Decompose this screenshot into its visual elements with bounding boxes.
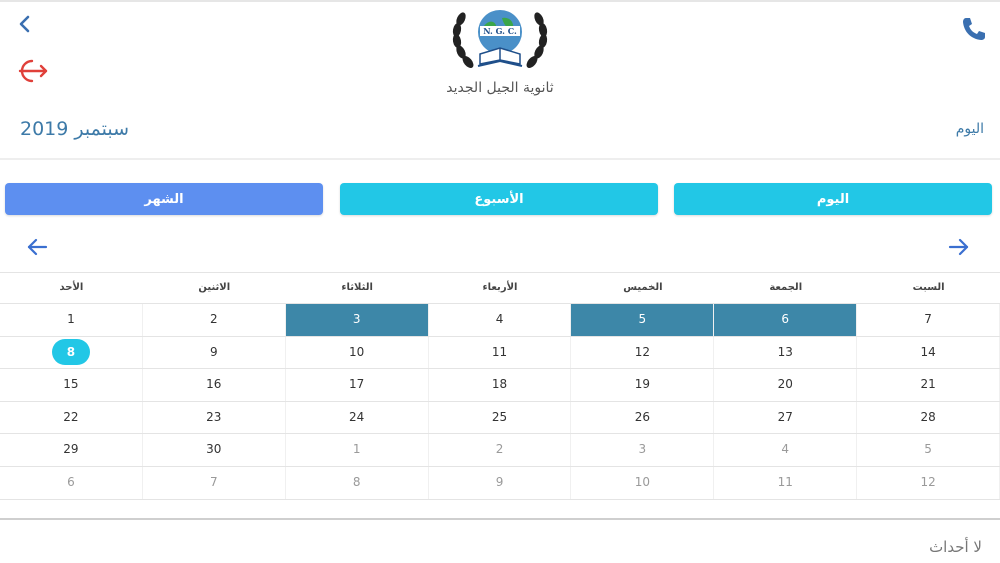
day-cell[interactable]: 19 [571, 369, 715, 401]
day-cell-event[interactable]: 6 [714, 304, 858, 336]
day-cell-next-month[interactable]: 5 [857, 434, 1000, 466]
today-marker: 8 [51, 339, 90, 366]
day-cell[interactable]: 2 [143, 304, 286, 336]
day-cell-next-month[interactable]: 7 [143, 466, 286, 499]
month-title: سبتمبر 2019 [20, 118, 129, 140]
day-cell[interactable]: 15 [0, 369, 143, 401]
day-cell[interactable]: 7 [857, 304, 1000, 336]
next-month-button[interactable] [946, 234, 972, 260]
top-border [0, 0, 1000, 2]
back-button[interactable] [14, 12, 36, 36]
day-cell[interactable]: 17 [286, 369, 429, 401]
day-cell[interactable]: 14 [857, 336, 1000, 369]
weekday-label: الجمعة [769, 282, 803, 293]
month-calendar: الأحد الاثنين الثلاثاء الأربعاء الخميس ا… [0, 272, 1000, 500]
day-cell[interactable]: 4 [429, 304, 572, 336]
day-cell[interactable]: 9 [143, 336, 286, 369]
day-cell[interactable]: 30 [143, 434, 286, 466]
school-name: ثانوية الجيل الجديد [446, 80, 554, 96]
phone-icon [963, 18, 985, 40]
arrow-right-icon [948, 238, 969, 256]
day-cell[interactable]: 26 [571, 401, 715, 434]
day-cell[interactable]: 20 [714, 369, 858, 401]
day-cell-next-month[interactable]: 1 [286, 434, 429, 466]
day-cell-next-month[interactable]: 11 [714, 466, 858, 499]
day-cell-next-month[interactable]: 10 [571, 466, 715, 499]
view-day-button[interactable]: اليوم [674, 183, 992, 215]
calendar-week: 1 2 3 4 5 6 7 [0, 304, 1000, 337]
chevron-left-icon [19, 15, 30, 33]
day-cell-next-month[interactable]: 9 [429, 466, 572, 499]
calendar-week: 15 16 17 18 19 20 21 [0, 369, 1000, 402]
view-month-button[interactable]: الشهر [5, 183, 323, 215]
day-cell[interactable]: 23 [143, 401, 286, 434]
header-divider [0, 158, 1000, 160]
logo-text: N. G. C. [483, 26, 517, 36]
day-cell[interactable]: 27 [714, 401, 858, 434]
day-cell[interactable]: 12 [571, 336, 715, 369]
calendar-week: 8 9 10 11 12 13 14 [0, 336, 1000, 370]
day-cell[interactable]: 29 [0, 434, 143, 466]
calendar-week: 6 7 8 9 10 11 12 [0, 466, 1000, 500]
calendar-week: 22 23 24 25 26 27 28 [0, 401, 1000, 435]
day-cell-next-month[interactable]: 3 [571, 434, 715, 466]
month-header: سبتمبر 2019 اليوم [0, 110, 1000, 158]
day-cell[interactable]: 24 [286, 401, 429, 434]
day-cell-event[interactable]: 5 [571, 304, 715, 336]
day-cell-next-month[interactable]: 4 [714, 434, 858, 466]
day-cell-today[interactable]: 8 [0, 336, 143, 369]
day-cell[interactable]: 21 [857, 369, 1000, 401]
logout-button[interactable] [12, 56, 50, 86]
calendar-week: 29 30 1 2 3 4 5 [0, 434, 1000, 467]
school-logo: N. G. C. [444, 4, 556, 78]
day-cell-next-month[interactable]: 6 [0, 466, 143, 499]
day-cell[interactable]: 18 [429, 369, 572, 401]
previous-month-button[interactable] [24, 234, 50, 260]
day-cell[interactable]: 22 [0, 401, 143, 434]
weekday-header: الأحد الاثنين الثلاثاء الأربعاء الخميس ا… [0, 272, 1000, 304]
today-link[interactable]: اليوم [956, 121, 984, 137]
day-cell[interactable]: 13 [714, 336, 858, 369]
footer-divider [0, 518, 1000, 520]
day-cell-next-month[interactable]: 2 [429, 434, 572, 466]
no-events-label: لا أحداث [929, 538, 982, 556]
weekday-label: الأربعاء [482, 282, 518, 293]
day-cell[interactable]: 11 [429, 336, 572, 369]
day-cell[interactable]: 16 [143, 369, 286, 401]
phone-button[interactable] [958, 14, 990, 44]
day-cell[interactable]: 28 [857, 401, 1000, 434]
day-cell[interactable]: 25 [429, 401, 572, 434]
weekday-label: الثلاثاء [341, 282, 373, 293]
weekday-label: السبت [912, 282, 945, 293]
weekday-label: الأحد [59, 282, 84, 293]
arrow-left-icon [27, 238, 48, 256]
logout-icon [18, 59, 48, 83]
weekday-label: الاثنين [198, 282, 231, 293]
weekday-label: الخميس [623, 282, 663, 293]
day-cell[interactable]: 1 [0, 304, 143, 336]
view-week-button[interactable]: الأسبوع [340, 183, 658, 215]
day-cell[interactable]: 10 [286, 336, 429, 369]
day-cell-next-month[interactable]: 12 [857, 466, 1000, 499]
day-cell-next-month[interactable]: 8 [286, 466, 429, 499]
day-cell-event[interactable]: 3 [285, 304, 429, 336]
